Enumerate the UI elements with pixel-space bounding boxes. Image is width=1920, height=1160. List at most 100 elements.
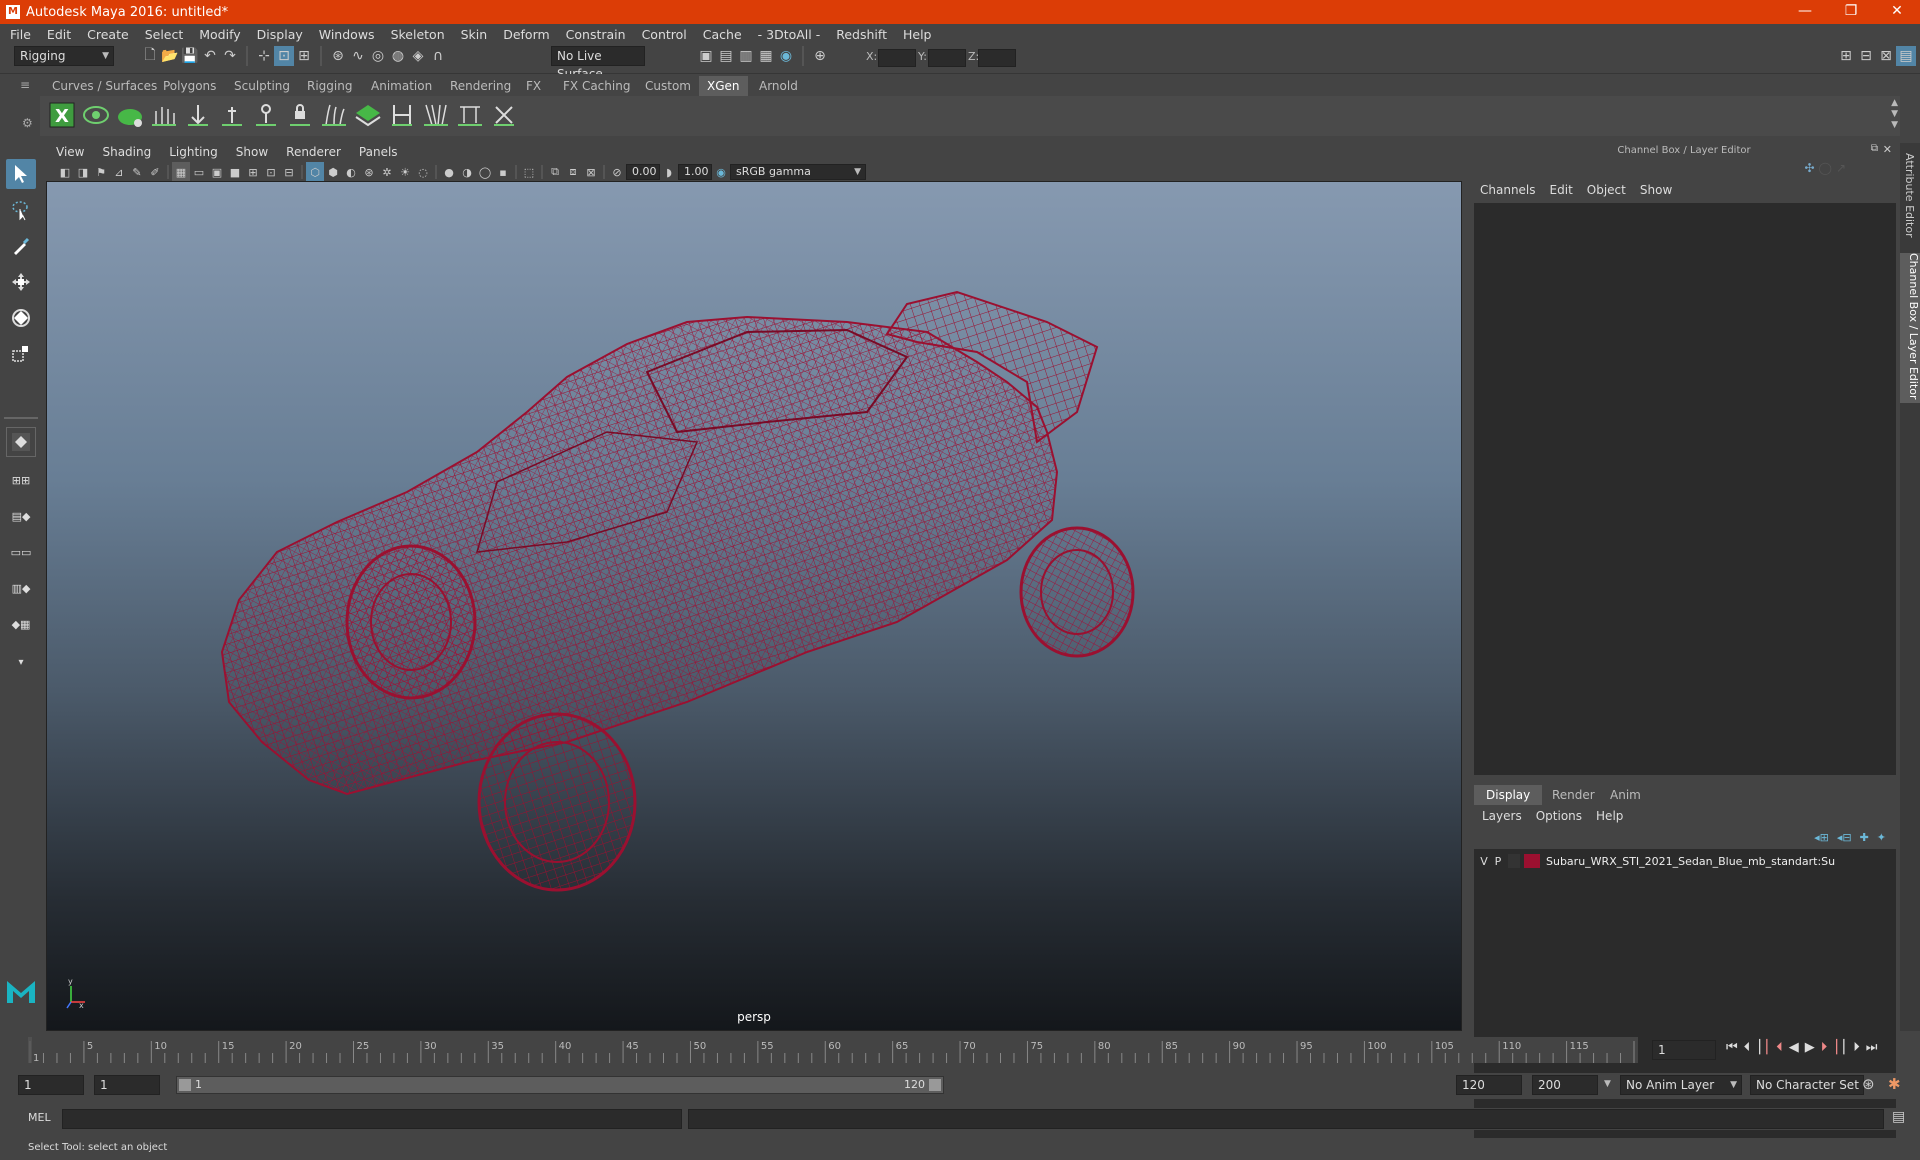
outliner-toggle-icon[interactable]: ▾ xyxy=(6,647,36,677)
hypershade-icon[interactable]: ▦ xyxy=(756,46,776,66)
maya-home-logo-icon[interactable] xyxy=(4,973,38,1007)
x-input[interactable] xyxy=(878,49,916,67)
menu-help[interactable]: Help xyxy=(903,27,932,42)
perspective-viewport[interactable]: y x persp xyxy=(46,181,1462,1031)
script-language-label[interactable]: MEL xyxy=(28,1111,51,1124)
move-tool-icon[interactable] xyxy=(6,267,36,297)
layer-type-toggle[interactable] xyxy=(1508,854,1520,868)
gamma-input[interactable]: 1.00 xyxy=(678,164,712,180)
menu-deform[interactable]: Deform xyxy=(503,27,549,42)
gamma-icon[interactable]: ◗ xyxy=(660,162,678,182)
x-ray-icon[interactable]: ⧉ xyxy=(546,162,564,182)
restore-button[interactable]: ❐ xyxy=(1828,0,1874,24)
panel-menu-panels[interactable]: Panels xyxy=(359,145,398,159)
car-wheel-rear-left[interactable] xyxy=(1019,526,1135,658)
cb-menu-show[interactable]: Show xyxy=(1640,183,1672,197)
attribute-editor-toggle-icon[interactable]: ⊟ xyxy=(1856,46,1876,66)
command-input[interactable] xyxy=(62,1109,682,1129)
rotate-tool-icon[interactable] xyxy=(6,303,36,333)
grease-pencil-icon[interactable]: ✐ xyxy=(146,162,164,182)
screen-space-ao-icon[interactable]: ● xyxy=(440,162,458,182)
play-forwards-icon[interactable]: ▶ xyxy=(1805,1040,1815,1055)
select-component-icon[interactable]: ⊞ xyxy=(294,46,314,66)
layer-menu-layers[interactable]: Layers xyxy=(1482,809,1522,823)
select-tool-icon[interactable] xyxy=(6,159,36,189)
depth-of-field-icon[interactable]: ▪ xyxy=(494,162,512,182)
menu-constrain[interactable]: Constrain xyxy=(566,27,626,42)
shelf-tab-curves-surfaces[interactable]: Curves / Surfaces xyxy=(44,76,165,96)
persp-hypershade-layout-icon[interactable]: ◆▦ xyxy=(6,609,36,639)
magnet-icon[interactable]: ∩ xyxy=(428,46,448,66)
channel-box-toggle-icon[interactable]: ▤ xyxy=(1896,46,1916,66)
chevron-down-icon[interactable]: ▼ xyxy=(1604,1079,1611,1089)
x-ray-active-icon[interactable]: ⧈ xyxy=(564,162,582,182)
menu-control[interactable]: Control xyxy=(642,27,687,42)
scale-tool-icon[interactable] xyxy=(6,339,36,369)
layer-playback-toggle[interactable]: P xyxy=(1492,855,1504,868)
default-material-icon[interactable]: ◐ xyxy=(342,162,360,182)
shelf-tab-arnold[interactable]: Arnold xyxy=(751,76,806,96)
grid-toggle-icon[interactable]: ▦ xyxy=(172,162,190,182)
safe-title-icon[interactable]: ⊟ xyxy=(280,162,298,182)
undo-icon[interactable]: ↶ xyxy=(200,46,220,66)
persp-graph-layout-icon[interactable]: ▭▭ xyxy=(6,537,36,567)
xgen-cut-guides-icon[interactable] xyxy=(454,99,486,131)
menu-windows[interactable]: Windows xyxy=(319,27,375,42)
wireframe-shading-icon[interactable]: ⬡ xyxy=(306,162,324,182)
hypershade-persp-layout-icon[interactable]: ▥◆ xyxy=(6,573,36,603)
camera-attributes-icon[interactable]: ◨ xyxy=(74,162,92,182)
menu-set-dropdown[interactable]: Rigging ▼ xyxy=(14,46,114,66)
smooth-shade-icon[interactable]: ⬢ xyxy=(324,162,342,182)
car-wireframe-model[interactable]: y x xyxy=(47,182,1462,1031)
camera-select-icon[interactable]: ◧ xyxy=(56,162,74,182)
close-panel-icon[interactable]: ✕ xyxy=(1883,143,1892,156)
manipulator-axis-icon[interactable]: ✣ xyxy=(1804,161,1814,175)
tool-settings-icon[interactable]: ⊠ xyxy=(1876,46,1896,66)
car-wheel-front-left[interactable] xyxy=(345,544,477,700)
film-gate-icon[interactable]: ▭ xyxy=(190,162,208,182)
shelf-tab-animation[interactable]: Animation xyxy=(363,76,440,96)
step-back-key-icon[interactable]: ▏⏴ xyxy=(1766,1040,1783,1055)
panel-menu-show[interactable]: Show xyxy=(236,145,268,159)
arrow-option-icon[interactable]: ↗ xyxy=(1836,161,1846,175)
z-input[interactable] xyxy=(978,49,1016,67)
save-scene-icon[interactable]: 💾 xyxy=(180,46,200,66)
safe-action-icon[interactable]: ⊡ xyxy=(262,162,280,182)
animation-preferences-icon[interactable]: ✱ xyxy=(1888,1075,1901,1093)
side-tab-attribute-editor[interactable]: Attribute Editor xyxy=(1903,153,1916,253)
xgen-sculpt-guides-icon[interactable] xyxy=(318,99,350,131)
menu-modify[interactable]: Modify xyxy=(199,27,240,42)
image-plane-icon[interactable]: ⊿ xyxy=(110,162,128,182)
menu-skin[interactable]: Skin xyxy=(461,27,488,42)
layer-menu-options[interactable]: Options xyxy=(1536,809,1582,823)
channel-box-area[interactable] xyxy=(1474,203,1896,775)
circle-option-icon[interactable]: ◯ xyxy=(1819,161,1832,175)
panel-menu-shading[interactable]: Shading xyxy=(102,145,151,159)
textured-icon[interactable]: ⊛ xyxy=(360,162,378,182)
range-start-handle[interactable] xyxy=(179,1079,191,1091)
render-view-icon[interactable]: ◉ xyxy=(776,46,796,66)
xgen-add-guide-plus-icon[interactable] xyxy=(216,99,248,131)
playback-start-input[interactable]: 1 xyxy=(94,1075,160,1095)
resolution-gate-icon[interactable]: ▣ xyxy=(208,162,226,182)
snap-point-icon[interactable]: ◎ xyxy=(368,46,388,66)
menu-3dtoall[interactable]: - 3DtoAll - xyxy=(758,27,821,42)
new-layer-selected-icon[interactable]: ✦ xyxy=(1877,831,1886,844)
go-to-end-icon[interactable]: ⏭ xyxy=(1866,1040,1878,1055)
cb-menu-channels[interactable]: Channels xyxy=(1480,183,1536,197)
menu-redshift[interactable]: Redshift xyxy=(836,27,887,42)
paint-select-tool-icon[interactable] xyxy=(6,231,36,261)
shelf-tab-fx-caching[interactable]: FX Caching xyxy=(555,76,638,96)
shelf-tab-rigging[interactable]: Rigging xyxy=(299,76,360,96)
shelf-tab-polygons[interactable]: Polygons xyxy=(155,76,224,96)
new-empty-layer-icon[interactable]: ✚ xyxy=(1860,831,1869,844)
shelf-scroll-arrows[interactable]: ▲ ▼ ▼ xyxy=(1891,98,1898,131)
menu-select[interactable]: Select xyxy=(145,27,184,42)
render-settings-icon[interactable]: ▥ xyxy=(736,46,756,66)
transform-input-icon[interactable]: ⊕ xyxy=(810,46,830,66)
modeling-toolkit-icon[interactable]: ⊞ xyxy=(1836,46,1856,66)
character-set-dropdown[interactable]: No Character Set xyxy=(1750,1075,1864,1095)
xgen-add-guide-icon[interactable] xyxy=(182,99,214,131)
car-wheel-front-right[interactable] xyxy=(477,712,637,892)
lights-icon[interactable]: ☀ xyxy=(396,162,414,182)
